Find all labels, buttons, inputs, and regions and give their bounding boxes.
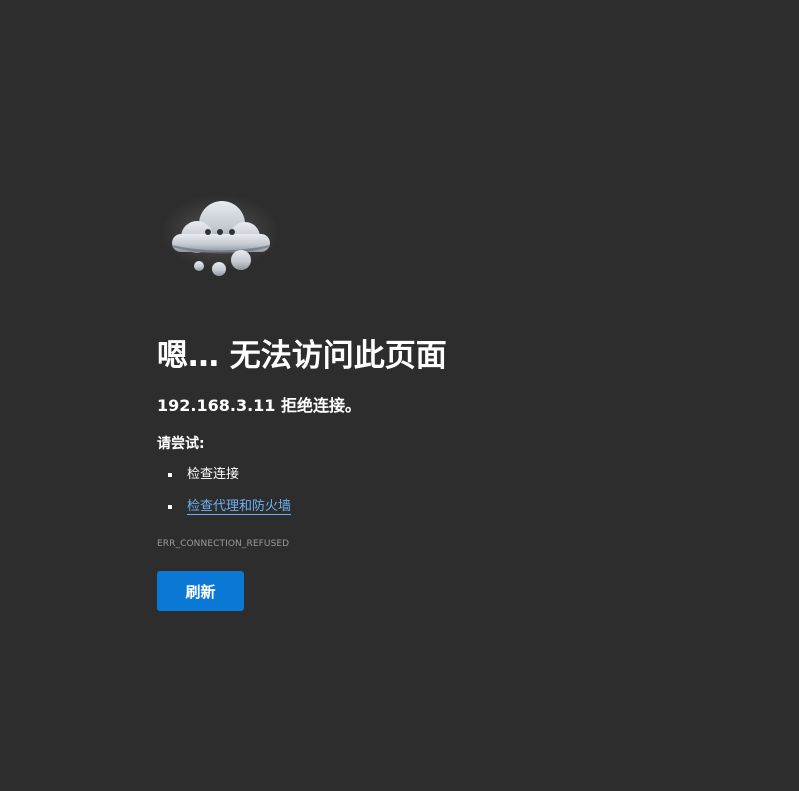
suggestion-check-connection: 检查连接	[157, 464, 291, 496]
bullet-icon	[168, 505, 172, 509]
suggestion-label: 检查连接	[187, 467, 240, 482]
refresh-button[interactable]: 刷新	[157, 571, 244, 611]
check-proxy-firewall-link[interactable]: 检查代理和防火墙	[187, 499, 292, 515]
bullet-icon	[168, 473, 172, 477]
error-code: ERR_CONNECTION_REFUSED	[157, 539, 290, 549]
error-page: 嗯… 无法访问此页面 192.168.3.11 拒绝连接。 请尝试: 检查连接 …	[0, 0, 799, 791]
error-message: 192.168.3.11 拒绝连接。	[157, 396, 362, 415]
suggestion-list: 检查连接 检查代理和防火墙	[157, 464, 292, 528]
suggestion-check-proxy-firewall: 检查代理和防火墙	[157, 496, 292, 528]
cloud-icon	[160, 190, 280, 282]
page-title: 嗯… 无法访问此页面	[157, 338, 447, 374]
try-label: 请尝试:	[157, 436, 205, 452]
